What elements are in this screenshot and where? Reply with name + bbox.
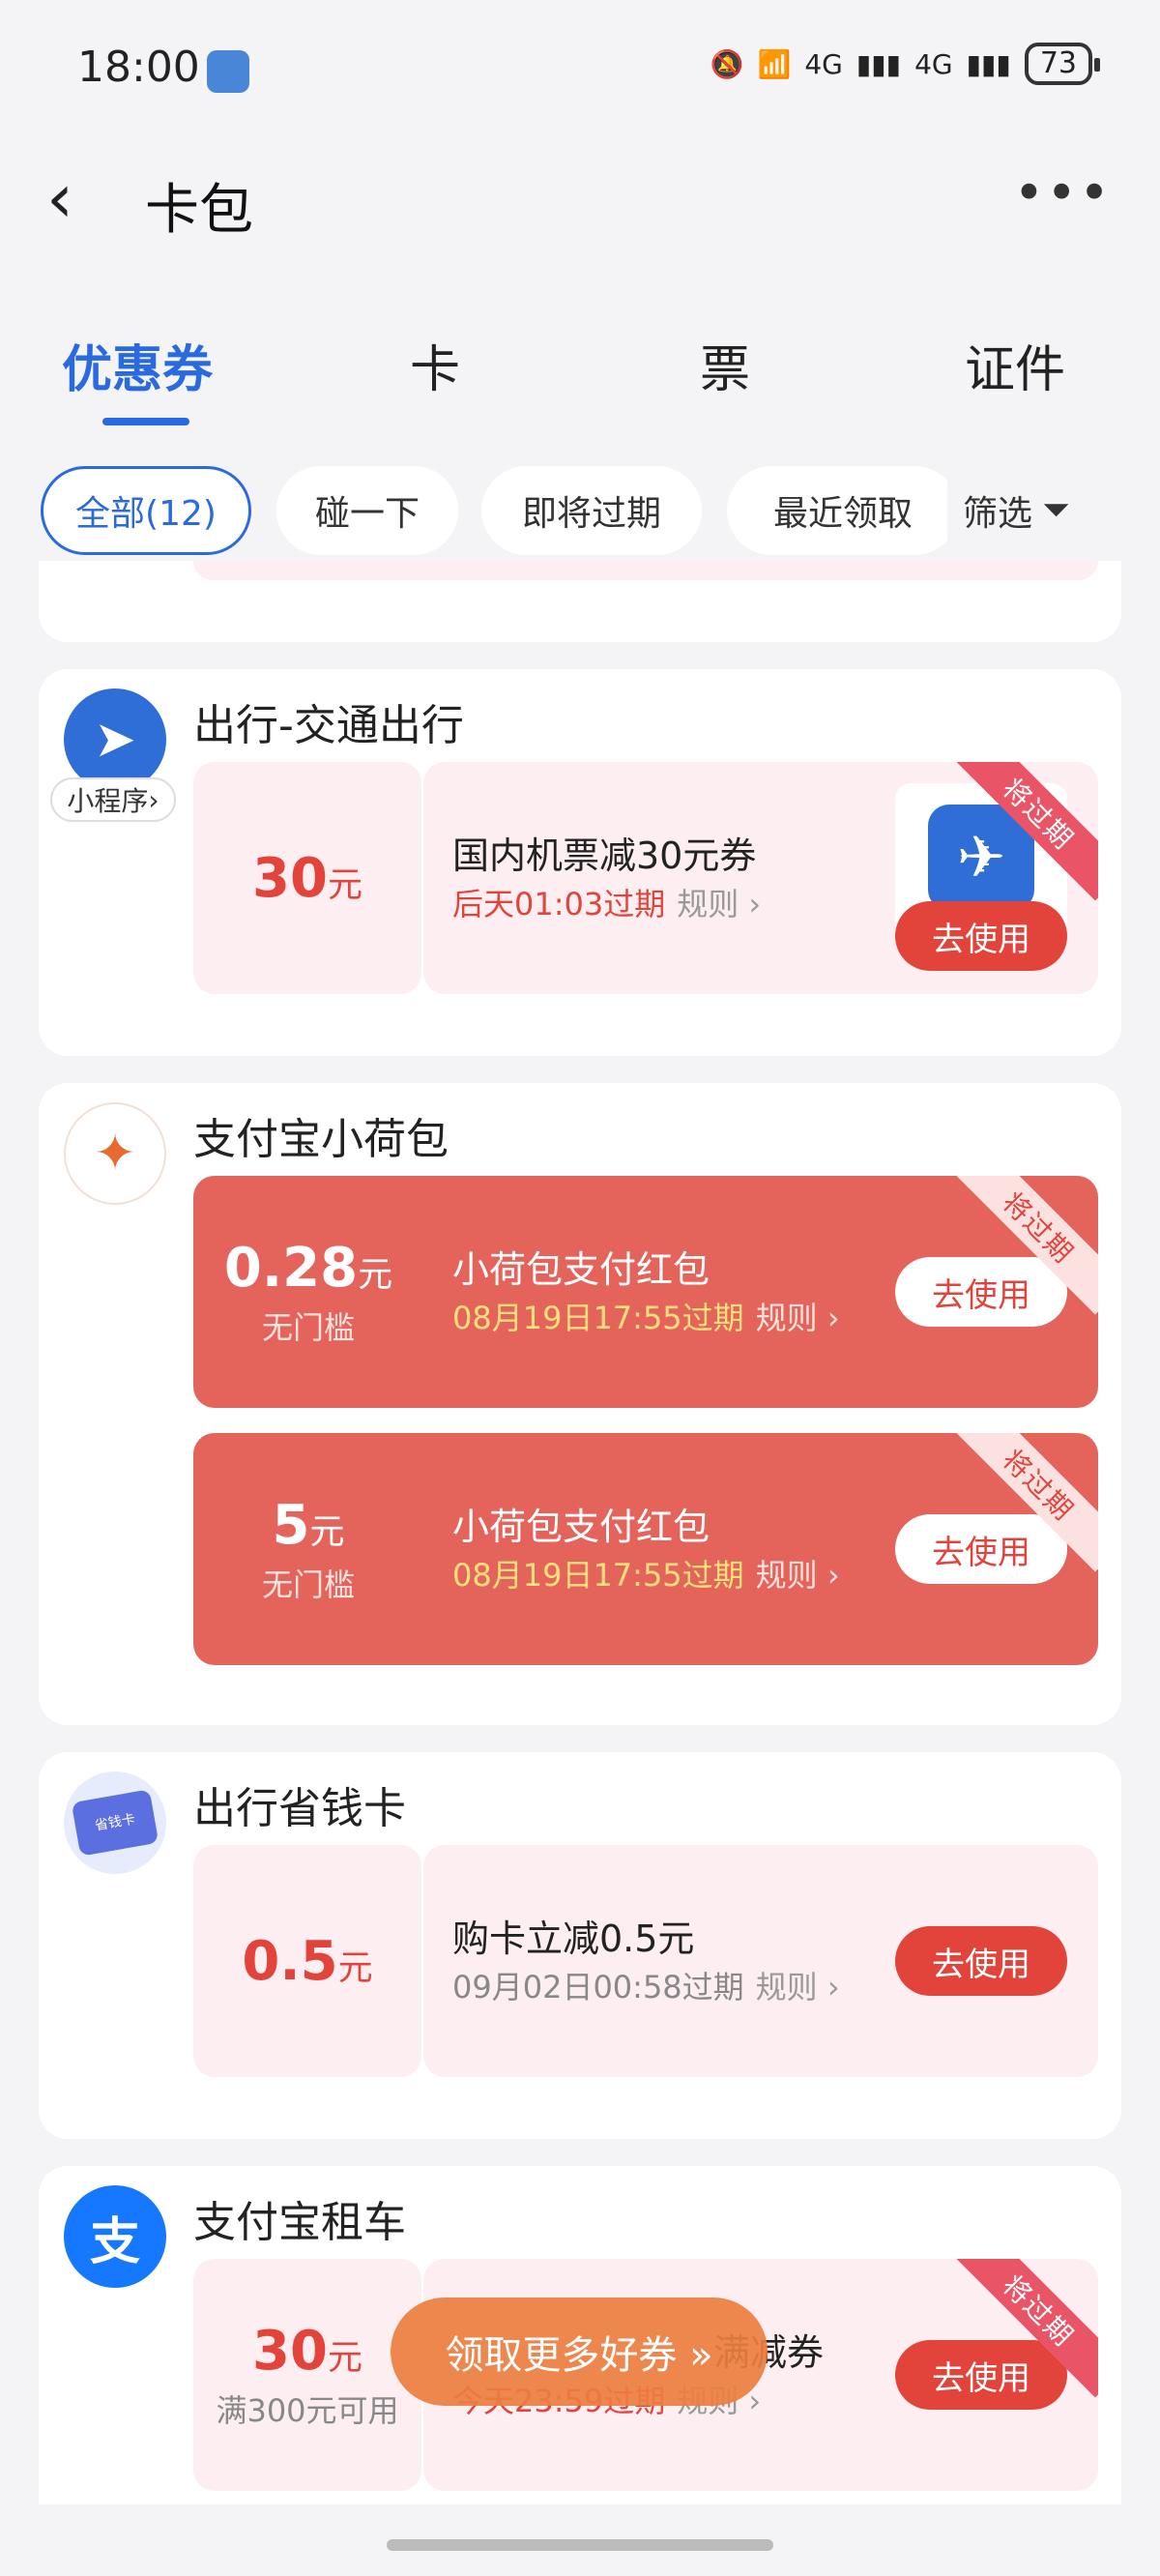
coupon-unit: 元	[327, 864, 362, 905]
coupon-unit: 元	[358, 1254, 393, 1295]
coupon-group: ✦ 支付宝小荷包 0.28元 无门槛 小荷包支付红包 08月19日17:55过期…	[39, 1083, 1121, 1725]
mini-program-tag[interactable]: 小程序 ›	[50, 777, 176, 822]
coupon-group-partial	[39, 561, 1121, 642]
brand-name: 出行-交通出行	[193, 701, 464, 750]
coupon-detail: 小荷包支付红包 08月19日17:55过期 规则 › 去使用 将过期	[423, 1176, 1098, 1408]
coupon-group: 省钱卡 出行省钱卡 0.5元 购卡立减0.5元 09月02日00:58过期 规则 …	[39, 1752, 1121, 2139]
use-coupon-button[interactable]: 去使用	[895, 901, 1067, 971]
use-coupon-button[interactable]: 去使用	[895, 1257, 1067, 1327]
filter-chip-tap[interactable]: 碰一下	[276, 466, 458, 555]
rule-link[interactable]: 规则 ›	[677, 886, 761, 922]
coupon-amount: 0.5	[242, 1929, 338, 1993]
notification-badge-icon	[207, 50, 249, 93]
navigation-bar: ‹ 卡包 •••	[0, 145, 1160, 251]
active-tab-indicator	[102, 418, 189, 425]
expiry-text: 后天01:03过期	[452, 886, 666, 922]
rule-label: 规则	[755, 1300, 818, 1336]
use-coupon-button[interactable]: 去使用	[895, 2340, 1067, 2410]
coupon-unit: 元	[309, 1511, 345, 1552]
use-coupon-button[interactable]: 去使用	[895, 1514, 1067, 1584]
coupon-value: 5元 无门槛	[193, 1433, 423, 1665]
tab-cards[interactable]: 卡	[410, 329, 460, 401]
tab-bar: 优惠券 卡 票 证件	[0, 309, 1160, 425]
rule-label: 规则	[755, 1969, 818, 2005]
funnel-icon: ⏷	[1042, 490, 1070, 530]
home-indicator[interactable]	[387, 2539, 773, 2551]
signal-icon-2: ▮▮▮	[966, 47, 1011, 80]
back-arrow-icon[interactable]: ‹	[46, 164, 73, 232]
status-icons: 🔕 📶 4G ▮▮▮ 4G ▮▮▮ 73	[710, 43, 1101, 85]
coupon-name: 购卡立减0.5元	[452, 1917, 695, 1960]
coupon-name: 小荷包支付红包	[452, 1506, 710, 1548]
alipay-logo-icon: 支	[64, 2185, 166, 2288]
coupon-unit: 元	[337, 1947, 373, 1988]
coupon-detail: 购卡立减0.5元 09月02日00:58过期 规则 › 去使用	[423, 1845, 1098, 2077]
brand-name: 支付宝租车	[193, 2198, 406, 2247]
filter-bar: 全部(12) 碰一下 即将过期 最近领取 筛选 ⏷	[0, 464, 1160, 561]
coupon-value: 0.5元	[193, 1845, 421, 2077]
coupon-expiry: 09月02日00:58过期 规则 ›	[452, 1963, 840, 2007]
coupon-value: 30元 满300元可用	[193, 2259, 421, 2491]
coupon-threshold: 无门槛	[261, 1308, 355, 1346]
filter-button-label: 筛选	[963, 494, 1033, 534]
tab-coupons[interactable]: 优惠券	[62, 329, 213, 401]
network-4g-2: 4G	[914, 47, 953, 80]
coupon-expiry: 后天01:03过期 规则 ›	[452, 880, 761, 924]
use-coupon-button[interactable]: 去使用	[895, 1926, 1067, 1996]
filter-chip-all[interactable]: 全部(12)	[41, 466, 251, 555]
coupon-detail: 国内机票减30元券 后天01:03过期 规则 › ✈ 去使用 将过期	[423, 762, 1098, 994]
wallet-logo-icon: ✦	[64, 1102, 166, 1205]
expiry-text: 08月19日17:55过期	[452, 1300, 744, 1336]
get-more-coupons-button[interactable]: 领取更多好券 »	[391, 2298, 768, 2406]
coupon-item[interactable]: 0.28元 无门槛 小荷包支付红包 08月19日17:55过期 规则 › 去使用 …	[193, 1176, 1098, 1408]
coupon-name: 国内机票减30元券	[452, 834, 757, 877]
rule-label: 规则	[755, 1557, 818, 1594]
signal-icon: ▮▮▮	[856, 47, 902, 80]
filter-chip-expiring[interactable]: 即将过期	[481, 466, 702, 555]
partial-coupon	[193, 561, 1098, 580]
battery-indicator: 73	[1024, 43, 1101, 85]
rule-link[interactable]: 规则 ›	[756, 1300, 840, 1336]
coupon-value: 30元	[193, 762, 421, 994]
coupon-amount: 5	[272, 1493, 310, 1557]
savings-card-logo-icon: 省钱卡	[64, 1771, 166, 1874]
more-options-icon[interactable]: •••	[1013, 162, 1112, 223]
wifi-icon: 📶	[757, 47, 792, 80]
network-4g-1: 4G	[804, 47, 843, 80]
coupon-expiry: 08月19日17:55过期 规则 ›	[452, 1294, 840, 1338]
rule-link[interactable]: 规则 ›	[756, 1557, 840, 1594]
coupon-detail: 小荷包支付红包 08月19日17:55过期 规则 › 去使用 将过期	[423, 1433, 1098, 1665]
expiry-text: 08月19日17:55过期	[452, 1557, 744, 1594]
coupon-threshold: 无门槛	[261, 1566, 355, 1603]
tab-ids[interactable]: 证件	[965, 329, 1065, 401]
coupon-item[interactable]: 5元 无门槛 小荷包支付红包 08月19日17:55过期 规则 › 去使用 将过期	[193, 1433, 1098, 1665]
tab-tickets[interactable]: 票	[700, 329, 750, 401]
brand-name: 出行省钱卡	[193, 1784, 406, 1833]
coupon-group: ➤ 小程序 › 出行-交通出行 30元 国内机票减30元券 后天01:03过期 规则…	[39, 669, 1121, 1056]
mini-program-label: 小程序	[67, 785, 149, 817]
rule-label: 规则	[677, 886, 740, 922]
logo-text: 省钱卡	[71, 1789, 160, 1857]
coupon-expiry: 08月19日17:55过期 规则 ›	[452, 1551, 840, 1595]
filter-chip-recent[interactable]: 最近领取	[727, 466, 959, 555]
coupon-name: 小荷包支付红包	[452, 1248, 710, 1291]
filter-button[interactable]: 筛选 ⏷	[947, 466, 1160, 555]
coupon-unit: 元	[327, 2337, 362, 2378]
coupon-amount: 30	[252, 846, 328, 910]
rule-link[interactable]: 规则 ›	[756, 1969, 840, 2005]
coupon-threshold: 满300元可用	[216, 2391, 399, 2429]
coupon-amount: 30	[252, 2319, 328, 2383]
page-title: 卡包	[145, 179, 253, 242]
travel-logo-icon: ➤	[64, 688, 166, 791]
clock: 18:00	[77, 43, 200, 92]
status-bar: 18:00 🔕 📶 4G ▮▮▮ 4G ▮▮▮ 73	[0, 0, 1160, 145]
brand-name: 支付宝小荷包	[193, 1115, 449, 1164]
coupon-value: 0.28元 无门槛	[193, 1176, 423, 1408]
coupon-item[interactable]: 30元 国内机票减30元券 后天01:03过期 规则 › ✈ 去使用 将过期	[193, 762, 1098, 994]
mute-icon: 🔕	[710, 47, 744, 80]
coupon-amount: 0.28	[223, 1236, 359, 1300]
expiry-text: 09月02日00:58过期	[452, 1969, 744, 2005]
coupon-item[interactable]: 0.5元 购卡立减0.5元 09月02日00:58过期 规则 › 去使用	[193, 1845, 1098, 2077]
